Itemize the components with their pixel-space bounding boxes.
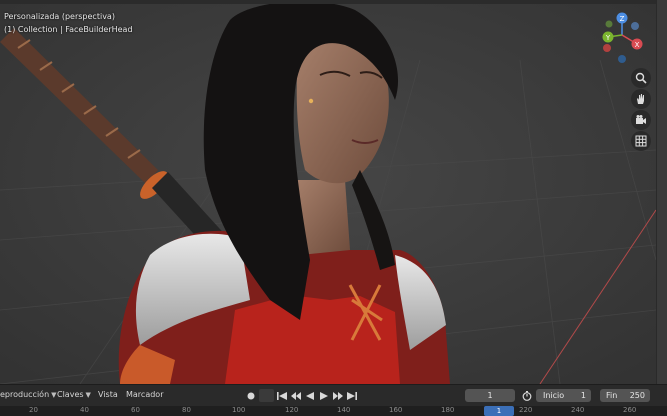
playback-menu[interactable]: eproducción ▼ [0, 390, 57, 399]
ruler-tick: 220 [519, 406, 533, 414]
jump-keyframe-forward-icon[interactable] [330, 389, 345, 402]
current-frame-field[interactable]: 1 [465, 389, 515, 402]
jump-end-icon[interactable] [344, 389, 359, 402]
navigation-gizmo[interactable]: Z Y X [597, 10, 647, 68]
chevron-down-icon: ▼ [85, 391, 91, 399]
y-axis-label: Y [605, 34, 611, 42]
keys-menu[interactable]: Claves ▼ [57, 390, 91, 399]
ruler-tick: 120 [285, 406, 299, 414]
stopwatch-icon[interactable] [519, 389, 534, 402]
jump-keyframe-back-icon[interactable] [288, 389, 303, 402]
active-object-label: (1) Collection | FaceBuilderHead [4, 25, 133, 34]
play-icon[interactable] [316, 389, 331, 402]
3d-viewport[interactable]: Personalizada (perspectiva) (1) Collecti… [0, 0, 656, 384]
chevron-down-icon: ▼ [51, 391, 57, 399]
viewport-mode-label: Personalizada (perspectiva) [4, 12, 115, 21]
ruler-tick: 60 [131, 406, 140, 414]
record-icon[interactable] [243, 389, 258, 402]
ruler-tick: 140 [337, 406, 351, 414]
grid-icon[interactable] [631, 131, 651, 151]
character-render [0, 0, 656, 384]
ruler-tick: 20 [29, 406, 38, 414]
start-frame-label: Inicio [543, 391, 565, 400]
ruler-tick: 240 [571, 406, 585, 414]
start-frame-field[interactable]: Inicio 1 [536, 389, 591, 402]
hand-pan-icon[interactable] [631, 89, 651, 109]
playhead-label: 1 [496, 407, 502, 415]
end-frame-field[interactable]: Fin 250 [600, 389, 650, 402]
ruler-tick: 80 [182, 406, 191, 414]
x-axis-label: X [635, 41, 640, 49]
camera-icon[interactable] [631, 110, 651, 130]
zoom-icon[interactable] [631, 68, 651, 88]
marker-menu-label: Marcador [126, 390, 164, 399]
current-frame-value: 1 [487, 391, 493, 400]
ruler-tick: 180 [441, 406, 455, 414]
end-frame-value: 250 [629, 391, 645, 400]
timeline-header: eproducción ▼ Claves ▼ Vista Marcador 1 In… [0, 384, 667, 407]
blender-window: Personalizada (perspectiva) (1) Collecti… [0, 0, 667, 416]
ruler-tick: 40 [80, 406, 89, 414]
play-reverse-icon[interactable] [302, 389, 317, 402]
start-frame-value: 1 [580, 391, 586, 400]
header-strip [0, 0, 667, 4]
playback-menu-label: eproducción [0, 390, 50, 399]
end-frame-label: Fin [606, 391, 618, 400]
ruler-tick: 160 [389, 406, 403, 414]
viewport-scrollbar[interactable] [656, 0, 667, 384]
view-menu-label: Vista [98, 390, 118, 399]
ruler-tick: 100 [232, 406, 246, 414]
keys-menu-label: Claves [57, 390, 84, 399]
z-axis-label: Z [620, 15, 625, 23]
view-menu[interactable]: Vista [98, 390, 118, 399]
playhead[interactable]: 1 [484, 406, 514, 416]
auto-keying-icon[interactable] [259, 389, 274, 402]
marker-menu[interactable]: Marcador [126, 390, 163, 399]
ruler-tick: 260 [623, 406, 637, 414]
frame-ruler[interactable]: 20 40 60 80 100 120 140 160 180 220 240 … [0, 406, 667, 416]
jump-start-icon[interactable] [274, 389, 289, 402]
